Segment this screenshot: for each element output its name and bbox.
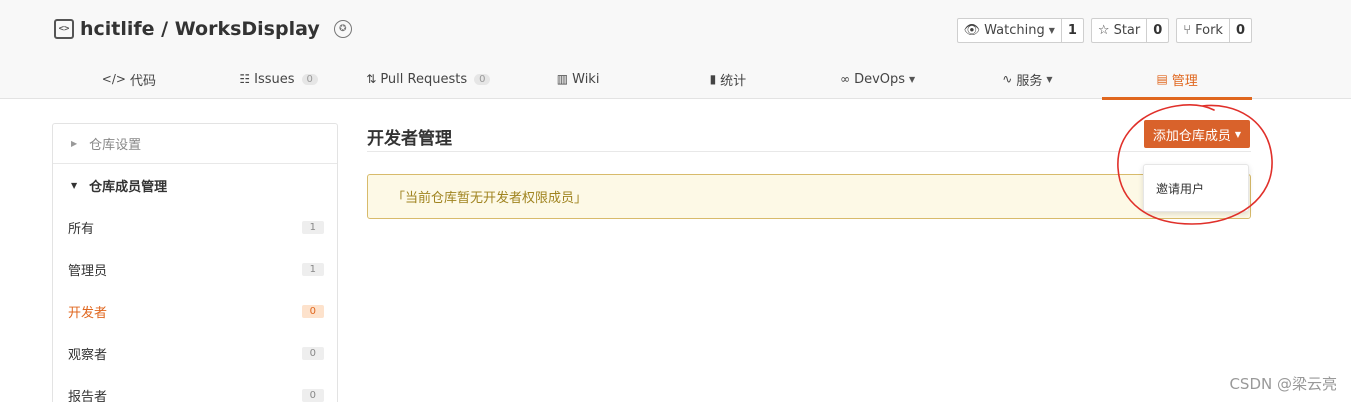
infinity-icon: ∞ <box>840 72 851 86</box>
tab-devops[interactable]: ∞ DevOps ▼ <box>803 59 953 99</box>
tab-code-label: 代码 <box>129 73 156 89</box>
notice-text: 「当前仓库暂无开发者权限成员」 <box>392 191 588 206</box>
star-count[interactable]: 0 <box>1147 19 1168 42</box>
issues-count: 0 <box>301 73 318 85</box>
repo-full-name[interactable]: hcitlife / WorksDisplay <box>80 18 320 40</box>
pulse-icon: ∿ <box>1002 72 1013 86</box>
sidebar-item-reporters[interactable]: 报告者 0 <box>53 374 337 402</box>
sidebar-item-count: 1 <box>301 220 324 234</box>
repo-name[interactable]: WorksDisplay <box>175 18 320 40</box>
repo-separator: / <box>154 18 175 40</box>
tab-pull-requests[interactable]: ⇅ Pull Requests 0 <box>354 59 504 99</box>
sidebar-item-label: 观察者 <box>68 347 108 363</box>
settings-sidebar: ▶ 仓库设置 ▼ 仓库成员管理 所有 1 管理员 1 开发者 0 观察者 0 报… <box>52 123 338 402</box>
repo-title: <> hcitlife / WorksDisplay ✪ <box>54 18 352 40</box>
tab-stats[interactable]: ▮ 统计 <box>653 59 803 99</box>
star-label: Star <box>1113 23 1141 38</box>
tab-wiki-label: Wiki <box>572 71 600 87</box>
sidebar-member-management-label: 仓库成员管理 <box>89 179 168 195</box>
watermark: CSDN @梁云亮 <box>1229 375 1337 393</box>
watch-label: Watching <box>984 23 1045 38</box>
repo-owner[interactable]: hcitlife <box>80 18 155 40</box>
fork-icon: ⑂ <box>1183 23 1192 38</box>
sidebar-item-developers[interactable]: 开发者 0 <box>53 290 337 332</box>
chevron-down-icon: ▼ <box>909 74 916 84</box>
title-divider <box>367 151 1251 152</box>
chevron-down-icon: ▼ <box>1048 26 1055 35</box>
repo-nav: </> 代码 ☷ Issues 0 ⇅ Pull Requests 0 ▥ Wiki ▮ 统计… <box>54 59 1252 100</box>
sidebar-item-count: 0 <box>301 346 324 360</box>
fork-count[interactable]: 0 <box>1230 19 1251 42</box>
gvp-badge-icon[interactable]: ✪ <box>333 20 352 38</box>
book-icon: ▥ <box>556 72 569 86</box>
sidebar-item-label: 管理员 <box>68 263 108 279</box>
tab-code[interactable]: </> 代码 <box>54 59 204 99</box>
tab-services[interactable]: ∿ 服务 ▼ <box>953 59 1103 99</box>
sidebar-item-count: 0 <box>301 304 324 318</box>
bar-chart-icon: ▮ <box>709 72 717 86</box>
tab-issues[interactable]: ☷ Issues 0 <box>204 59 354 99</box>
pull-request-icon: ⇅ <box>366 72 377 86</box>
tab-pulls-label: Pull Requests <box>380 71 468 87</box>
sidebar-item-all[interactable]: 所有 1 <box>53 206 337 248</box>
add-member-button[interactable]: 添加仓库成员 ▼ <box>1144 120 1250 148</box>
sidebar-item-label: 报告者 <box>68 389 108 402</box>
fork-button[interactable]: ⑂ Fork 0 <box>1176 18 1252 43</box>
sidebar-item-count: 0 <box>301 388 324 402</box>
pulls-count: 0 <box>474 73 491 85</box>
sidebar-item-label: 开发者 <box>68 305 108 321</box>
tab-manage-label: 管理 <box>1171 73 1198 89</box>
repo-actions: 👁 Watching ▼ 1 ☆ Star 0 ⑂ Fork 0 <box>956 18 1252 43</box>
code-repo-icon: <> <box>54 19 74 39</box>
sidebar-item-admins[interactable]: 管理员 1 <box>53 248 337 290</box>
add-member-dropdown: 邀请用户 <box>1143 164 1249 212</box>
sidebar-repo-settings[interactable]: ▶ 仓库设置 <box>53 124 337 164</box>
sidebar-item-observers[interactable]: 观察者 0 <box>53 332 337 374</box>
eye-icon: 👁 <box>963 23 981 38</box>
tab-wiki[interactable]: ▥ Wiki <box>503 59 653 99</box>
tab-manage[interactable]: ▤ 管理 <box>1102 59 1252 100</box>
sidebar-item-label: 所有 <box>68 221 95 237</box>
menu-item-invite-user[interactable]: 邀请用户 <box>1156 180 1204 197</box>
sidebar-repo-settings-label: 仓库设置 <box>89 138 142 153</box>
fork-label: Fork <box>1195 23 1223 38</box>
watch-count[interactable]: 1 <box>1062 19 1083 42</box>
chevron-down-icon: ▼ <box>1046 74 1053 84</box>
tab-services-label: 服务 <box>1016 73 1043 89</box>
code-icon: </> <box>101 72 126 86</box>
document-icon: ▤ <box>1156 72 1168 86</box>
tab-issues-label: Issues <box>254 71 295 87</box>
tab-stats-label: 统计 <box>720 73 747 89</box>
repo-header: <> hcitlife / WorksDisplay ✪ 👁 Watching ▼ … <box>0 0 1351 100</box>
chevron-down-icon: ▼ <box>1234 129 1242 139</box>
issues-icon: ☷ <box>239 72 251 86</box>
add-member-label: 添加仓库成员 <box>1152 128 1231 144</box>
watch-button[interactable]: 👁 Watching ▼ 1 <box>956 18 1084 43</box>
star-icon: ☆ <box>1097 23 1110 38</box>
page-title: 开发者管理 <box>367 129 452 149</box>
caret-down-icon: ▼ <box>71 180 78 190</box>
star-button[interactable]: ☆ Star 0 <box>1090 18 1170 43</box>
empty-notice: 「当前仓库暂无开发者权限成员」 <box>367 174 1251 219</box>
tab-devops-label: DevOps <box>854 71 906 87</box>
sidebar-item-count: 1 <box>301 262 324 276</box>
sidebar-member-management[interactable]: ▼ 仓库成员管理 <box>53 164 337 206</box>
caret-right-icon: ▶ <box>71 139 78 148</box>
